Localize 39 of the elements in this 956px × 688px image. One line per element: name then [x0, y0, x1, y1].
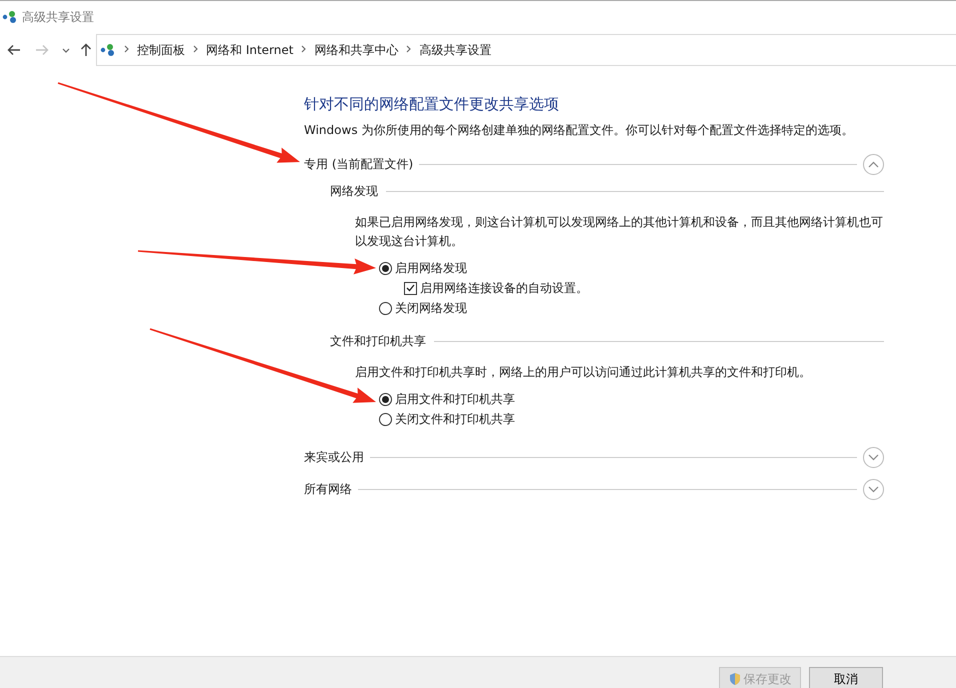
radio-label: 启用网络发现 [395, 260, 467, 276]
radio-button[interactable] [379, 412, 392, 426]
address-bar[interactable]: 控制面板 网络和 Internet 网络和共享中心 高级共享设置 [96, 34, 956, 66]
breadcrumb-item[interactable]: 网络和共享中心 [314, 42, 398, 58]
network-icon [100, 43, 116, 57]
radio-button[interactable] [379, 392, 392, 406]
radio-label: 关闭网络发现 [395, 300, 467, 316]
up-arrow-icon [80, 43, 92, 57]
page-heading: 针对不同的网络配置文件更改共享选项 [304, 95, 560, 114]
section-title: 来宾或公用 [304, 448, 364, 466]
breadcrumb-item[interactable]: 网络和 Internet [206, 42, 294, 58]
expand-button[interactable] [863, 446, 884, 468]
subsection-description: 启用文件和打印机共享时，网络上的用户可以访问通过此计算机共享的文件和打印机。 [354, 364, 812, 381]
subsection-title: 网络发现 [330, 182, 378, 200]
collapse-button[interactable] [863, 154, 884, 174]
expand-chevron-icon [868, 486, 879, 492]
section-title: 所有网络 [304, 480, 352, 498]
breadcrumb-item[interactable]: 控制面板 [137, 42, 185, 58]
page-description: Windows 为你所使用的每个网络创建单独的网络配置文件。你可以针对每个配置文件选择特定的选项。 [304, 122, 854, 139]
radio-label: 启用文件和打印机共享 [395, 390, 515, 408]
checkbox-label: 启用网络连接设备的自动设置。 [420, 280, 588, 296]
right-arrow-icon [35, 44, 49, 56]
subsection-description: 如果已启用网络发现，则这台计算机可以发现网络上的其他计算机和设备，而且其他网络计算机也可以发现这台计算机。 [354, 214, 884, 250]
radio-button[interactable] [379, 302, 392, 314]
dropdown-caret-icon[interactable] [62, 48, 70, 52]
breadcrumb-item[interactable]: 高级共享设置 [419, 42, 492, 58]
expand-button[interactable] [863, 478, 884, 500]
radio-label: 关闭文件和打印机共享 [395, 410, 515, 428]
subsection-title: 文件和打印机共享 [330, 332, 426, 350]
cancel-button[interactable]: 取消 [809, 667, 883, 688]
collapse-chevron-icon [868, 160, 879, 168]
window-title: 高级共享设置 [22, 8, 94, 26]
radio-button[interactable] [379, 262, 392, 274]
shield-icon [728, 672, 740, 686]
checkbox[interactable] [404, 282, 417, 294]
section-title: 专用 (当前配置文件) [304, 156, 414, 172]
left-arrow-icon [7, 44, 21, 56]
network-icon [2, 10, 18, 24]
expand-chevron-icon [868, 454, 879, 460]
